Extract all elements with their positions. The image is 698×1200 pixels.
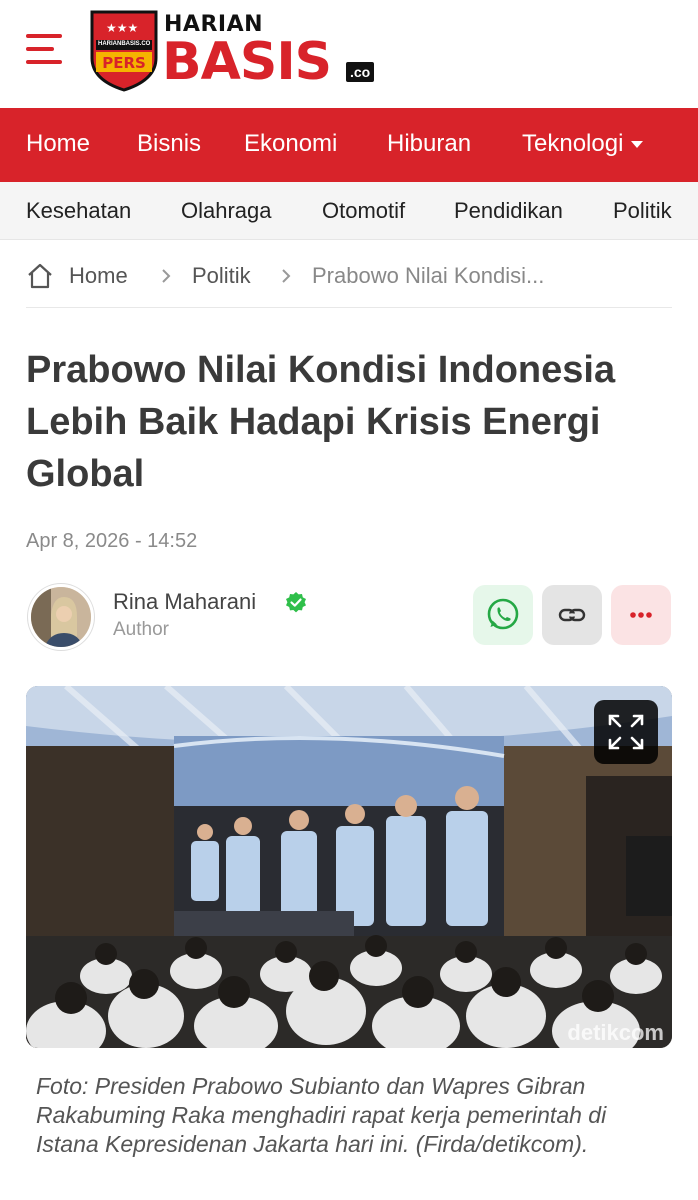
author-name[interactable]: Rina Maharani: [113, 589, 256, 615]
image-watermark: detikcom: [567, 1020, 664, 1045]
subnav-item-pendidikan[interactable]: Pendidikan: [454, 198, 563, 224]
article-image[interactable]: detikcom: [26, 686, 672, 1048]
shield-badge: PERS: [102, 54, 146, 72]
nav-item-hiburan[interactable]: Hiburan: [387, 130, 471, 158]
copy-link-button[interactable]: [542, 585, 602, 645]
subnav-item-politik[interactable]: Politik: [613, 198, 672, 224]
svg-text:★★★: ★★★: [106, 21, 138, 35]
chevron-right-icon: [282, 269, 291, 283]
sub-nav: Kesehatan Olahraga Otomotif Pendidikan P…: [0, 182, 698, 240]
breadcrumb-current: Prabowo Nilai Kondisi...: [312, 263, 545, 288]
nav-item-teknologi-label: Teknologi: [522, 130, 624, 157]
logo-domain: .co: [346, 62, 375, 82]
verified-badge-icon: [286, 592, 306, 613]
meeting-photo: [26, 686, 672, 1048]
subnav-item-otomotif[interactable]: Otomotif: [322, 198, 405, 224]
nav-item-teknologi[interactable]: Teknologi: [522, 130, 644, 158]
article-date: Apr 8, 2026 - 14:52: [26, 530, 198, 552]
article-title: Prabowo Nilai Kondisi Indonesia Lebih Ba…: [26, 349, 616, 495]
more-options-button[interactable]: [611, 585, 671, 645]
nav-item-home[interactable]: Home: [26, 130, 90, 158]
expand-icon: [608, 714, 644, 750]
shield-logo-icon: ★★★: [90, 10, 158, 92]
whatsapp-icon: [487, 598, 519, 630]
nav-item-ekonomi[interactable]: Ekonomi: [244, 130, 337, 158]
breadcrumb-home[interactable]: Home: [69, 263, 128, 289]
share-whatsapp-button[interactable]: [473, 585, 533, 645]
chevron-right-icon: [162, 269, 171, 283]
nav-item-bisnis[interactable]: Bisnis: [137, 130, 201, 158]
author-role: Author: [113, 619, 169, 640]
site-header: ★★★ HARIANBASIS.CO PERS HARIAN BASIS .co: [0, 0, 698, 108]
breadcrumb-section[interactable]: Politik: [192, 263, 251, 289]
more-dots-icon: [630, 612, 652, 618]
subnav-item-olahraga[interactable]: Olahraga: [181, 198, 272, 224]
subnav-item-kesehatan[interactable]: Kesehatan: [26, 198, 131, 224]
expand-image-button[interactable]: [594, 700, 658, 764]
shield-text: HARIANBASIS.CO: [98, 41, 151, 47]
main-nav: Home Bisnis Ekonomi Hiburan Teknologi: [0, 108, 698, 182]
menu-icon[interactable]: [26, 34, 62, 66]
avatar[interactable]: [28, 584, 94, 650]
chevron-down-icon: [631, 141, 644, 149]
breadcrumb: Home Politik Prabowo Nilai Kondisi...: [26, 258, 672, 308]
image-caption: Foto: Presiden Prabowo Subianto dan Wapr…: [36, 1073, 607, 1157]
logo-main-word: BASIS: [162, 32, 332, 92]
home-icon[interactable]: [26, 262, 54, 290]
link-icon: [558, 608, 586, 622]
site-logo[interactable]: ★★★ HARIANBASIS.CO PERS HARIAN BASIS .co: [88, 8, 388, 96]
